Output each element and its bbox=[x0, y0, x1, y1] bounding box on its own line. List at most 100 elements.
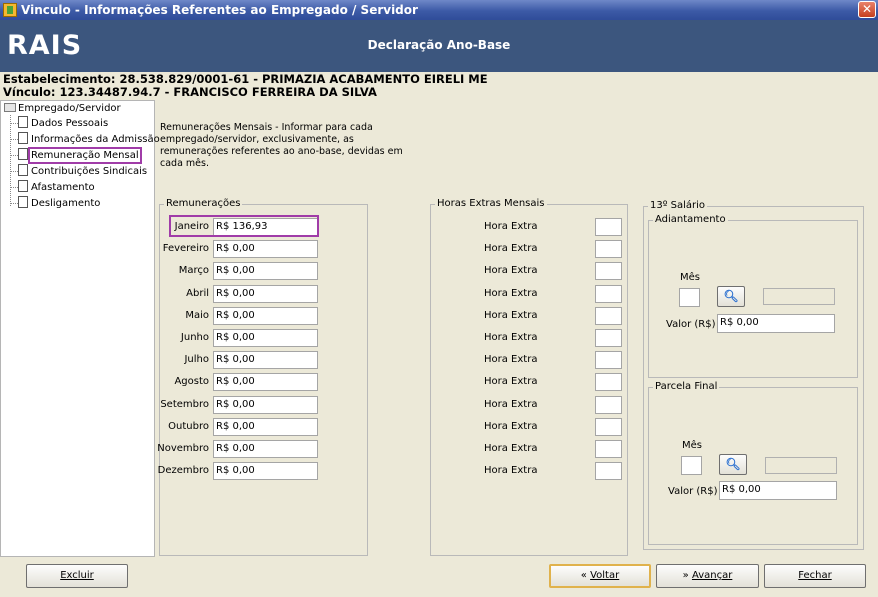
tree-item-label: Remuneração Mensal bbox=[28, 147, 142, 164]
adiantamento-mes-description bbox=[763, 288, 835, 305]
decimo-terceiro-title: 13º Salário bbox=[648, 200, 708, 212]
tree-item-afastamento[interactable]: Afastamento bbox=[11, 180, 95, 195]
janeiro-highlight bbox=[169, 215, 319, 237]
double-chevron-left-icon: « bbox=[580, 570, 587, 581]
voltar-button[interactable]: « Voltar bbox=[549, 564, 651, 588]
tree-item-label: Desligamento bbox=[31, 198, 101, 209]
remuneracoes-title: Remunerações bbox=[164, 198, 243, 210]
folder-icon bbox=[4, 103, 16, 112]
adiantamento-mes-label: Mês bbox=[680, 272, 700, 283]
month-value-field[interactable]: R$ 0,00 bbox=[213, 396, 318, 414]
tree-root[interactable]: Empregado/Servidor bbox=[4, 103, 121, 114]
magnifier-icon: 🔍︎ bbox=[723, 289, 739, 303]
page-title: Declaração Ano-Base bbox=[367, 38, 511, 52]
month-value-field[interactable]: R$ 0,00 bbox=[213, 240, 318, 258]
tree-item-dados-pessoais[interactable]: Dados Pessoais bbox=[11, 116, 108, 131]
tree-item-remuneracao-mensal[interactable]: Remuneração Mensal bbox=[11, 147, 142, 164]
hora-extra-label: Hora Extra bbox=[484, 243, 538, 254]
month-label: Setembro bbox=[160, 399, 209, 410]
month-value-field[interactable]: R$ 0,00 bbox=[213, 329, 318, 347]
document-icon bbox=[18, 196, 28, 208]
hora-extra-field[interactable] bbox=[595, 262, 622, 280]
tree-item-desligamento[interactable]: Desligamento bbox=[11, 196, 100, 211]
avancar-button[interactable]: » Avançar bbox=[656, 564, 759, 588]
month-value-field[interactable]: R$ 0,00 bbox=[213, 418, 318, 436]
month-label: Maio bbox=[185, 310, 209, 321]
hora-extra-label: Hora Extra bbox=[484, 399, 538, 410]
excluir-button[interactable]: Excluir bbox=[26, 564, 128, 588]
close-button[interactable]: ✕ bbox=[858, 1, 876, 18]
window-title: Vinculo - Informações Referentes ao Empr… bbox=[21, 3, 418, 17]
parcela-final-mes-label: Mês bbox=[682, 440, 702, 451]
month-value-field[interactable]: R$ 0,00 bbox=[213, 307, 318, 325]
parcela-final-mes-field[interactable] bbox=[681, 456, 702, 475]
tree-item-label: Afastamento bbox=[31, 182, 95, 193]
month-label: Março bbox=[178, 265, 209, 276]
tree-item-label: Informações da Admissão bbox=[31, 134, 160, 145]
hora-extra-label: Hora Extra bbox=[484, 332, 538, 343]
month-label: Dezembro bbox=[157, 465, 209, 476]
hora-extra-label: Hora Extra bbox=[484, 354, 538, 365]
hora-extra-field[interactable] bbox=[595, 329, 622, 347]
hora-extra-label: Hora Extra bbox=[484, 443, 538, 454]
month-value-field[interactable]: R$ 0,00 bbox=[213, 351, 318, 369]
hora-extra-field[interactable] bbox=[595, 307, 622, 325]
month-value-field[interactable]: R$ 0,00 bbox=[213, 373, 318, 391]
parcela-final-valor-field[interactable]: R$ 0,00 bbox=[719, 481, 837, 500]
adiantamento-mes-field[interactable] bbox=[679, 288, 700, 307]
document-icon bbox=[18, 132, 28, 144]
adiantamento-valor-field[interactable]: R$ 0,00 bbox=[717, 314, 835, 333]
estabelecimento-label: Estabelecimento: 28.538.829/0001-61 - PR… bbox=[3, 72, 488, 86]
tree-item-label: Contribuições Sindicais bbox=[31, 166, 148, 177]
hora-extra-field[interactable] bbox=[595, 440, 622, 458]
hora-extra-field[interactable] bbox=[595, 240, 622, 258]
hora-extra-label: Hora Extra bbox=[484, 265, 538, 276]
month-label: Outubro bbox=[168, 421, 209, 432]
document-icon bbox=[18, 148, 28, 160]
double-chevron-right-icon: » bbox=[682, 570, 689, 581]
hora-extra-label: Hora Extra bbox=[484, 421, 538, 432]
tree-item-contribuicoes-sindicais[interactable]: Contribuições Sindicais bbox=[11, 164, 147, 179]
month-value-field[interactable]: R$ 0,00 bbox=[213, 440, 318, 458]
magnifier-icon: 🔍︎ bbox=[725, 457, 741, 471]
hora-extra-field[interactable] bbox=[595, 285, 622, 303]
hora-extra-field[interactable] bbox=[595, 351, 622, 369]
month-label: Novembro bbox=[157, 443, 209, 454]
month-label: Agosto bbox=[174, 376, 209, 387]
hora-extra-field[interactable] bbox=[595, 418, 622, 436]
month-label: Abril bbox=[186, 288, 209, 299]
header-banner: RAIS Declaração Ano-Base bbox=[0, 20, 878, 72]
month-label: Julho bbox=[184, 354, 209, 365]
excluir-label: Excluir bbox=[60, 570, 94, 581]
fechar-label: Fechar bbox=[798, 570, 832, 581]
voltar-label: Voltar bbox=[590, 570, 620, 581]
document-icon bbox=[18, 180, 28, 192]
avancar-label: Avançar bbox=[691, 570, 733, 581]
hora-extra-field[interactable] bbox=[595, 218, 622, 236]
parcela-final-search-button[interactable]: 🔍︎ bbox=[719, 454, 747, 475]
month-value-field[interactable]: R$ 0,00 bbox=[213, 462, 318, 480]
hora-extra-label: Hora Extra bbox=[484, 376, 538, 387]
window-titlebar: Vinculo - Informações Referentes ao Empr… bbox=[0, 0, 878, 20]
parcela-final-valor-label: Valor (R$) bbox=[668, 486, 718, 497]
hora-extra-field[interactable] bbox=[595, 462, 622, 480]
parcela-final-mes-description bbox=[765, 457, 837, 474]
adiantamento-valor-label: Valor (R$) bbox=[666, 319, 716, 330]
adiantamento-search-button[interactable]: 🔍︎ bbox=[717, 286, 745, 307]
hora-extra-label: Hora Extra bbox=[484, 310, 538, 321]
horas-extras-title: Horas Extras Mensais bbox=[435, 198, 547, 210]
navigation-tree: Empregado/Servidor Dados Pessoais Inform… bbox=[0, 100, 160, 557]
tree-item-informacoes-admissao[interactable]: Informações da Admissão bbox=[11, 132, 160, 147]
fechar-button[interactable]: Fechar bbox=[764, 564, 866, 588]
tree-root-label: Empregado/Servidor bbox=[18, 103, 121, 114]
vinculo-label: Vínculo: 123.34487.94.7 - FRANCISCO FERR… bbox=[3, 85, 377, 99]
month-value-field[interactable]: R$ 0,00 bbox=[213, 285, 318, 303]
month-label: Junho bbox=[180, 332, 209, 343]
hora-extra-field[interactable] bbox=[595, 396, 622, 414]
section-description: Remunerações Mensais - Informar para cad… bbox=[160, 122, 403, 169]
document-icon bbox=[18, 164, 28, 176]
month-value-field[interactable]: R$ 0,00 bbox=[213, 262, 318, 280]
hora-extra-label: Hora Extra bbox=[484, 465, 538, 476]
parcela-final-title: Parcela Final bbox=[653, 381, 720, 393]
hora-extra-field[interactable] bbox=[595, 373, 622, 391]
